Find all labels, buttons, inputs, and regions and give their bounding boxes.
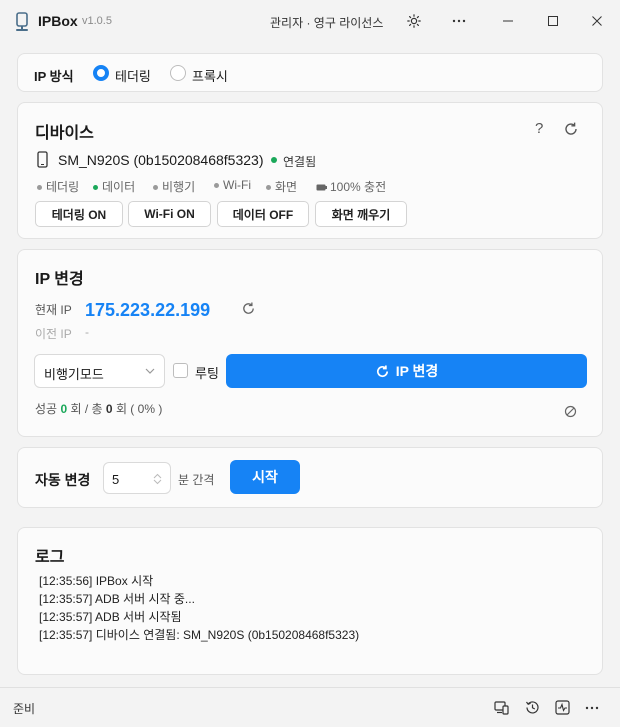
- status-dot: [37, 185, 42, 191]
- battery-label: 100% 충전: [330, 180, 387, 194]
- ip-mode-card: IP 방식 테더링 프록시: [17, 53, 603, 92]
- log-card: 로그 [12:35:56] IPBox 시작 [12:35:57] ADB 서버…: [17, 527, 603, 675]
- status-dot: [93, 185, 98, 191]
- rooting-checkbox[interactable]: [173, 363, 188, 378]
- tethering-on-button[interactable]: 테더링 ON: [35, 201, 123, 227]
- stats-unit-1: 회 / 총: [70, 402, 103, 416]
- app-name: IPBox: [38, 13, 78, 29]
- radio-proxy-dot[interactable]: [170, 65, 186, 81]
- connection-status: 연결됨: [283, 155, 317, 169]
- ip-change-card: IP 변경 현재 IP 175.223.22.199 이전 IP - 비행기모드…: [17, 249, 603, 437]
- ip-change-title: IP 변경: [35, 271, 84, 288]
- stats-unit-2: 회 ( 0% ): [115, 402, 163, 416]
- ip-change-button[interactable]: IP 변경: [226, 354, 587, 388]
- auto-change-card: 자동 변경 5 분 간격 시작: [17, 447, 603, 508]
- status-label: 데이터: [102, 180, 136, 194]
- radio-tethering-dot[interactable]: [93, 65, 109, 81]
- chevron-down-icon: [145, 368, 155, 374]
- app-logo-icon: [16, 12, 28, 31]
- status-dot: [153, 185, 158, 191]
- connection-dot: [271, 157, 277, 163]
- status-text: 준비: [13, 702, 36, 716]
- status-screen: 화면: [266, 178, 297, 195]
- battery-icon: [316, 184, 327, 191]
- current-ip-label: 현재 IP: [35, 303, 72, 317]
- auto-change-label: 자동 변경: [35, 472, 91, 488]
- ip-change-stats: 성공 0 회 / 총 0 회 ( 0% ): [35, 400, 162, 417]
- stepper-icon[interactable]: [153, 473, 162, 485]
- device-name: SM_N920S (0b150208468f5323): [58, 152, 264, 168]
- activity-icon[interactable]: [555, 700, 570, 715]
- status-dot: [214, 183, 219, 189]
- interval-value: 5: [112, 472, 120, 487]
- previous-ip-label: 이전 IP: [35, 327, 72, 341]
- maximize-icon: [548, 16, 558, 26]
- refresh-icon: [376, 365, 388, 377]
- ip-mode-label: IP 방식: [34, 69, 74, 84]
- device-card: 디바이스 ? SM_N920S (0b150208468f5323) 연결됨 테…: [17, 102, 603, 239]
- close-button[interactable]: [584, 8, 610, 34]
- minimize-icon: [503, 20, 513, 22]
- maximize-button[interactable]: [540, 8, 566, 34]
- success-label: 성공: [35, 402, 58, 416]
- method-select-value: 비행기모드: [44, 367, 104, 382]
- device-title: 디바이스: [35, 125, 94, 142]
- log-line: [12:35:57] ADB 서버 시작 중...: [39, 592, 195, 606]
- phone-icon: [37, 151, 48, 168]
- status-bar: 준비: [0, 687, 620, 727]
- more-icon[interactable]: [585, 706, 599, 710]
- status-wifi: Wi-Fi: [214, 178, 251, 192]
- previous-ip-value: -: [85, 325, 89, 339]
- status-battery: 100% 충전: [316, 178, 386, 195]
- status-tethering: 테더링: [37, 178, 79, 195]
- title-bar: IPBox v1.0.5 관리자 · 영구 라이선스: [0, 0, 620, 42]
- close-icon: [592, 16, 602, 26]
- more-icon: [452, 19, 466, 23]
- refresh-ip-icon[interactable]: [241, 301, 256, 316]
- app-version: v1.0.5: [82, 15, 112, 27]
- screen-wake-button[interactable]: 화면 깨우기: [315, 201, 407, 227]
- log-line: [12:35:56] IPBox 시작: [39, 574, 154, 588]
- radio-tethering-label[interactable]: 테더링: [115, 66, 151, 85]
- license-info: 관리자 · 영구 라이선스: [270, 16, 384, 30]
- history-icon[interactable]: [525, 700, 540, 715]
- status-airplane: 비행기: [153, 178, 195, 195]
- rooting-label[interactable]: 루팅: [195, 363, 219, 382]
- current-ip-value: 175.223.22.199: [85, 300, 211, 320]
- success-count: 0: [60, 402, 68, 416]
- more-menu-button[interactable]: [446, 8, 472, 34]
- status-label: 비행기: [162, 180, 196, 194]
- device-manager-icon[interactable]: [494, 700, 509, 715]
- theme-toggle-button[interactable]: [401, 8, 427, 34]
- interval-unit: 분 간격: [178, 473, 215, 487]
- ip-change-button-label: IP 변경: [395, 363, 439, 379]
- total-count: 0: [105, 402, 113, 416]
- data-off-button[interactable]: 데이터 OFF: [217, 201, 309, 227]
- status-data: 데이터: [93, 178, 135, 195]
- interval-input[interactable]: 5: [103, 462, 171, 494]
- log-line: [12:35:57] ADB 서버 시작됨: [39, 610, 182, 624]
- status-label: 화면: [275, 180, 298, 194]
- wifi-on-button[interactable]: Wi-Fi ON: [128, 201, 211, 227]
- status-dot: [266, 185, 271, 191]
- help-button[interactable]: ?: [535, 120, 543, 137]
- device-status-row: 테더링 데이터 비행기 Wi-Fi 화면 100% 충전: [37, 178, 597, 194]
- log-title: 로그: [35, 549, 65, 566]
- reset-stats-icon[interactable]: [564, 405, 577, 418]
- start-button[interactable]: 시작: [230, 460, 300, 494]
- status-label: 테더링: [46, 180, 80, 194]
- sun-icon: [407, 14, 421, 28]
- minimize-button[interactable]: [495, 8, 521, 34]
- radio-proxy-label[interactable]: 프록시: [192, 66, 228, 85]
- refresh-device-icon[interactable]: [563, 121, 579, 137]
- log-list: [12:35:56] IPBox 시작 [12:35:57] ADB 서버 시작…: [39, 572, 359, 644]
- method-select[interactable]: 비행기모드: [34, 354, 165, 388]
- status-label: Wi-Fi: [223, 178, 251, 192]
- log-line: [12:35:57] 디바이스 연결됨: SM_N920S (0b1502084…: [39, 628, 360, 642]
